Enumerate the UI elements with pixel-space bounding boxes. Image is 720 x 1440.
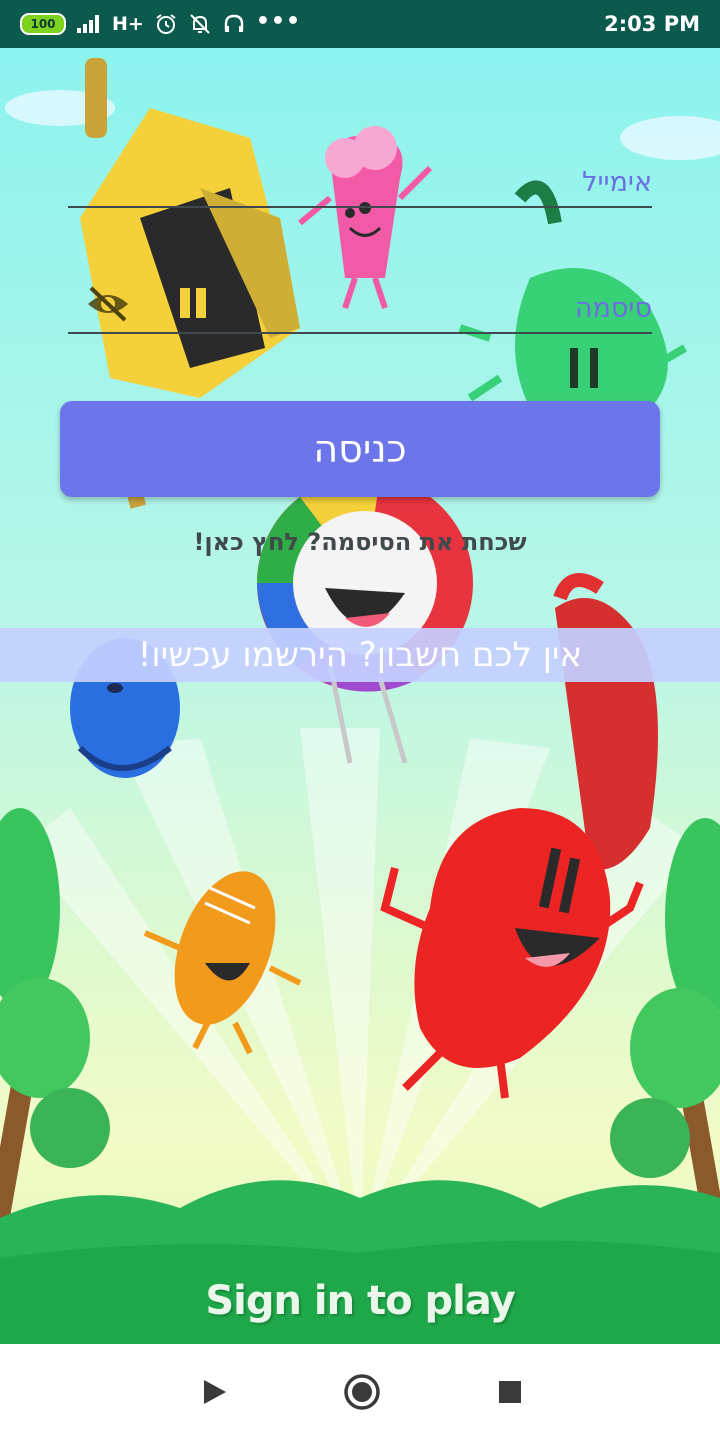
eye-off-icon[interactable] xyxy=(84,284,132,324)
screen: 100 H+ ••• 2:03 PM אימייל סיסמה כניסה שכ… xyxy=(0,0,720,1440)
email-placeholder: אימייל xyxy=(582,167,652,198)
alarm-icon xyxy=(154,12,178,36)
background-illustration xyxy=(0,58,720,1344)
headphones-icon xyxy=(222,12,246,36)
home-circle-icon[interactable] xyxy=(342,1372,382,1412)
navigation-bar xyxy=(0,1344,720,1440)
login-button[interactable]: כניסה xyxy=(60,401,660,497)
email-field[interactable]: אימייל xyxy=(68,146,652,208)
login-screen: אימייל סיסמה כניסה שכחת את הסיסמה? לחץ כ… xyxy=(0,48,720,1344)
status-bar: 100 H+ ••• 2:03 PM xyxy=(0,0,720,48)
network-type-label: H+ xyxy=(112,13,144,35)
recent-square-icon[interactable] xyxy=(490,1372,530,1412)
back-triangle-icon[interactable] xyxy=(194,1372,234,1412)
sign-in-caption: Sign in to play xyxy=(205,1278,515,1324)
password-field[interactable]: סיסמה xyxy=(68,272,652,334)
more-notifications-icon: ••• xyxy=(255,8,302,34)
battery-icon: 100 xyxy=(20,13,66,35)
signal-icon xyxy=(76,14,102,34)
status-time: 2:03 PM xyxy=(604,12,700,36)
register-link[interactable]: אין לכם חשבון? הירשמו עכשיו! xyxy=(0,628,720,682)
status-left-group: 100 H+ ••• xyxy=(20,8,302,36)
password-placeholder: סיסמה xyxy=(574,293,652,324)
notifications-off-icon xyxy=(188,12,212,36)
forgot-password-link[interactable]: שכחת את הסיסמה? לחץ כאן! xyxy=(0,528,720,556)
